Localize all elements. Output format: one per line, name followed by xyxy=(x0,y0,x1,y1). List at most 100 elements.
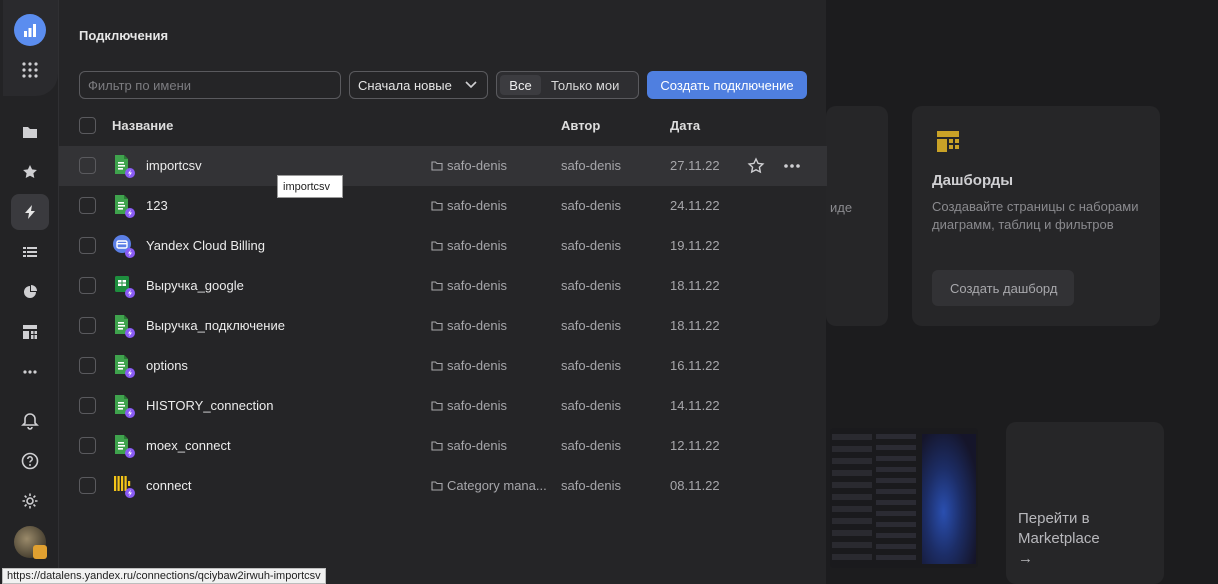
connection-folder: safo-denis xyxy=(431,158,549,173)
filter-by-name-input[interactable] xyxy=(79,71,341,99)
settings-button[interactable] xyxy=(11,483,49,519)
nav-connections-button[interactable] xyxy=(11,194,49,230)
more-actions-icon[interactable] xyxy=(783,157,801,175)
connection-date: 19.11.22 xyxy=(670,238,720,253)
row-checkbox[interactable] xyxy=(79,197,96,214)
connection-date: 18.11.22 xyxy=(670,318,720,333)
row-checkbox[interactable] xyxy=(79,317,96,334)
connection-name[interactable]: Yandex Cloud Billing xyxy=(146,238,265,253)
marketplace-card[interactable]: Перейти в Marketplace → xyxy=(1006,422,1164,584)
connection-row[interactable]: moex_connect safo-denis safo-denis 12.11.22 xyxy=(59,426,827,466)
connection-name[interactable]: Выручка_google xyxy=(146,278,244,293)
scope-toggle: Все Только мои xyxy=(496,71,639,99)
row-checkbox[interactable] xyxy=(79,277,96,294)
connection-name[interactable]: HISTORY_connection xyxy=(146,398,273,413)
connection-row[interactable]: Выручка_google safo-denis safo-denis 18.11.… xyxy=(59,266,827,306)
connection-author: safo-denis xyxy=(561,358,621,373)
connection-date: 16.11.22 xyxy=(670,358,720,373)
google-sheets-connection-icon xyxy=(112,274,136,298)
dashboard-icon xyxy=(937,131,959,152)
connection-date: 24.11.22 xyxy=(670,198,720,213)
column-header-date: Дата xyxy=(670,118,701,133)
folder-name: safo-denis xyxy=(447,438,507,453)
folder-name: safo-denis xyxy=(447,278,507,293)
folder-outline-icon xyxy=(431,361,443,371)
connection-row[interactable]: connect Category mana... safo-denis 08.11.2… xyxy=(59,466,827,506)
dashboards-title: Дашборды xyxy=(932,172,1014,189)
row-checkbox[interactable] xyxy=(79,437,96,454)
help-button[interactable] xyxy=(11,443,49,479)
connection-row[interactable]: Yandex Cloud Billing safo-denis safo-denis… xyxy=(59,226,827,266)
star-icon xyxy=(23,165,37,178)
row-checkbox[interactable] xyxy=(79,237,96,254)
connection-row[interactable]: HISTORY_connection safo-denis safo-denis 14… xyxy=(59,386,827,426)
connection-name[interactable]: Выручка_подключение xyxy=(146,318,285,333)
folder-outline-icon xyxy=(431,201,443,211)
connection-author: safo-denis xyxy=(561,158,621,173)
folder-name: safo-denis xyxy=(447,158,507,173)
panel-title: Подключения xyxy=(79,28,169,43)
column-header-name: Название xyxy=(112,118,174,133)
create-dashboard-button[interactable]: Создать дашборд xyxy=(932,270,1074,306)
connection-folder: safo-denis xyxy=(431,278,549,293)
connection-author: safo-denis xyxy=(561,398,621,413)
row-checkbox[interactable] xyxy=(79,477,96,494)
app-root: иде Дашборды Создавайте страницы с набор… xyxy=(0,0,1218,584)
folder-outline-icon xyxy=(431,401,443,411)
datalens-logo[interactable] xyxy=(14,14,46,46)
row-checkbox[interactable] xyxy=(79,357,96,374)
nav-more-button[interactable] xyxy=(11,354,49,390)
connection-folder: safo-denis xyxy=(431,358,549,373)
connection-row[interactable]: options safo-denis safo-denis 16.11.22 xyxy=(59,346,827,386)
folder-name: safo-denis xyxy=(447,198,507,213)
chevron-down-icon xyxy=(465,81,477,89)
scope-all-option[interactable]: Все xyxy=(500,75,541,95)
column-header-author: Автор xyxy=(561,118,601,133)
lightning-icon xyxy=(25,205,35,219)
apps-menu-button[interactable] xyxy=(11,52,49,88)
dashboards-description-line1: Создавайте страницы с наборами xyxy=(932,199,1139,214)
connection-author: safo-denis xyxy=(561,278,621,293)
connection-row[interactable]: importcsv safo-denis safo-denis 27.11.22 xyxy=(59,146,827,186)
gear-icon xyxy=(22,493,38,509)
connection-name[interactable]: options xyxy=(146,358,188,373)
folder-name: safo-denis xyxy=(447,318,507,333)
create-connection-button[interactable]: Создать подключение xyxy=(647,71,807,99)
folder-outline-icon xyxy=(431,241,443,251)
connection-row[interactable]: 123 safo-denis safo-denis 24.11.22 xyxy=(59,186,827,226)
nav-charts-button[interactable] xyxy=(11,274,49,310)
nav-dashboards-button[interactable] xyxy=(11,314,49,350)
folder-icon xyxy=(23,127,37,138)
nav-datasets-button[interactable] xyxy=(11,234,49,270)
connection-name[interactable]: connect xyxy=(146,478,192,493)
connection-name[interactable]: moex_connect xyxy=(146,438,231,453)
clickhouse-connection-icon xyxy=(112,474,136,498)
nav-favorites-button[interactable] xyxy=(11,154,49,190)
connection-name[interactable]: 123 xyxy=(146,198,168,213)
folder-name: Category mana... xyxy=(447,478,547,493)
scope-mine-option[interactable]: Только мои xyxy=(551,75,619,95)
briefcase-badge-icon xyxy=(33,545,47,559)
folder-outline-icon xyxy=(431,281,443,291)
folder-name: safo-denis xyxy=(447,398,507,413)
row-checkbox[interactable] xyxy=(79,397,96,414)
link-status-url: https://datalens.yandex.ru/connections/q… xyxy=(2,568,326,584)
sort-select[interactable]: Сначала новые xyxy=(349,71,488,99)
connection-name[interactable]: importcsv xyxy=(146,158,202,173)
pie-chart-icon xyxy=(24,285,37,298)
favorite-star-icon[interactable] xyxy=(747,157,765,175)
connection-row[interactable]: Выручка_подключение safo-denis safo-denis 1… xyxy=(59,306,827,346)
marketplace-label-line1: Перейти в xyxy=(1018,510,1090,527)
notifications-button[interactable] xyxy=(11,403,49,439)
nav-collections-button[interactable] xyxy=(11,114,49,150)
folder-name: safo-denis xyxy=(447,358,507,373)
connection-author: safo-denis xyxy=(561,318,621,333)
file-connection-icon xyxy=(112,314,136,338)
folder-outline-icon xyxy=(431,321,443,331)
billing-connection-icon xyxy=(112,234,136,258)
select-all-checkbox[interactable] xyxy=(79,117,96,134)
row-checkbox[interactable] xyxy=(79,157,96,174)
connection-author: safo-denis xyxy=(561,478,621,493)
background-card-text: иде xyxy=(830,200,853,215)
folder-outline-icon xyxy=(431,161,443,171)
